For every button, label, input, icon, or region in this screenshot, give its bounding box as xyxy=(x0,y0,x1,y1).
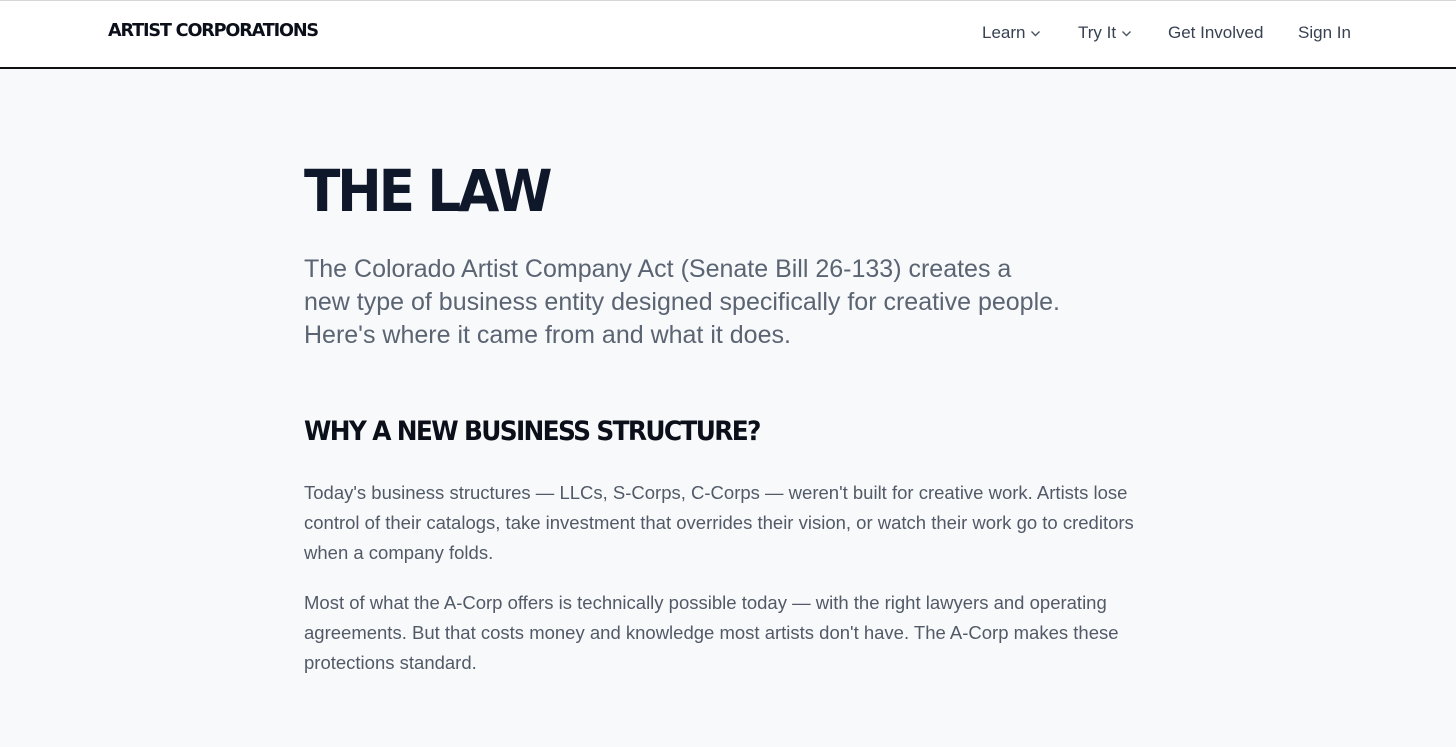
nav-get-involved-label: Get Involved xyxy=(1168,23,1264,42)
section-heading: WHY A NEW BUSINESS STRUCTURE? xyxy=(304,416,761,447)
nav-sign-in[interactable]: Sign In xyxy=(1298,23,1351,43)
nav-try-it-label: Try It xyxy=(1078,23,1117,42)
nav-get-involved[interactable]: Get Involved xyxy=(1168,23,1263,43)
main-nav: Learn Try It Get Involved Sign In xyxy=(0,23,1456,47)
body-paragraph: Most of what the A-Corp offers is techni… xyxy=(304,592,1119,673)
nav-learn-label: Learn xyxy=(982,23,1026,42)
lead-paragraph: The Colorado Artist Company Act (Senate … xyxy=(304,255,1060,349)
nav-try-it[interactable]: Try It xyxy=(1078,23,1132,43)
site-header: ARTIST CORPORATIONS Learn Try It Get Inv… xyxy=(0,0,1456,69)
body-paragraph: Today's business structures — LLCs, S-Co… xyxy=(304,482,1134,563)
chevron-down-icon xyxy=(1030,28,1041,39)
nav-learn[interactable]: Learn xyxy=(982,23,1041,43)
page-title: THE LAW xyxy=(304,157,553,225)
nav-sign-in-label: Sign In xyxy=(1298,23,1351,42)
chevron-down-icon xyxy=(1121,28,1132,39)
